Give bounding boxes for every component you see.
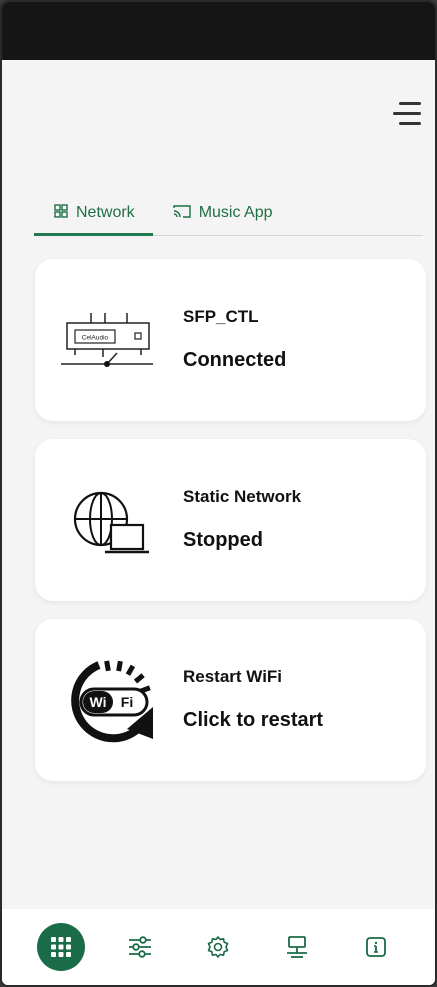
globe-laptop-icon (73, 491, 149, 554)
tab-bar: Network Music App (34, 198, 423, 236)
card-title: Restart WiFi (183, 667, 283, 686)
card-status: Click to restart (183, 709, 324, 731)
sliders-icon (128, 936, 151, 958)
grid-icon (54, 204, 68, 218)
svg-text:Wi: Wi (90, 694, 107, 710)
tab-music-app[interactable]: Music App (153, 198, 291, 235)
nav-sliders[interactable] (116, 923, 164, 971)
nav-info[interactable] (352, 923, 400, 971)
restart-wifi-card[interactable]: Wi Fi Restart WiFi Click to restart (35, 619, 426, 781)
hamburger-menu-icon[interactable] (391, 100, 421, 128)
sfp-ctl-card[interactable]: CelAudio SFP_CTL Connected (35, 259, 426, 421)
card-status: Connected (183, 349, 287, 371)
nav-settings[interactable] (194, 923, 242, 971)
status-bar (2, 2, 435, 60)
static-network-card[interactable]: Static Network Stopped (35, 439, 426, 601)
bottom-nav (2, 909, 435, 985)
tab-network[interactable]: Network (34, 198, 153, 236)
tab-music-app-label: Music App (198, 204, 273, 221)
gear-icon (208, 936, 229, 958)
wifi-restart-icon: Wi Fi (71, 660, 153, 743)
cast-icon (172, 205, 191, 218)
device-icon: CelAudio (61, 313, 153, 367)
info-icon (365, 937, 386, 957)
app-frame: Network Music App CelAudio SFP_CTL Conne… (0, 0, 437, 987)
card-title: Static Network (183, 487, 302, 506)
svg-text:Fi: Fi (121, 694, 133, 710)
nav-network[interactable] (273, 923, 321, 971)
apps-grid-icon (51, 937, 72, 957)
network-icon (287, 936, 308, 958)
card-title: SFP_CTL (183, 307, 259, 326)
tab-network-label: Network (76, 204, 135, 221)
svg-text:CelAudio: CelAudio (82, 335, 109, 342)
nav-apps[interactable] (37, 923, 86, 971)
card-status: Stopped (183, 529, 263, 551)
